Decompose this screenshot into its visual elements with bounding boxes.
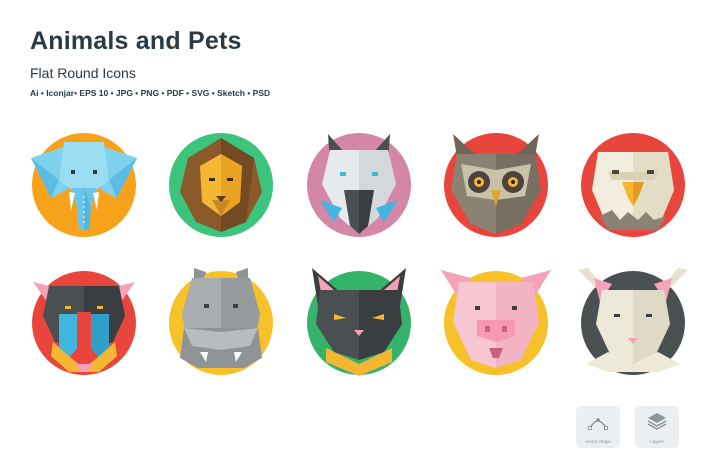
pig-icon xyxy=(441,268,551,378)
format-list: Ai • Iconjar• EPS 10 • JPG • PNG • PDF •… xyxy=(30,88,271,98)
elephant-icon xyxy=(29,130,139,240)
vector-shape-label: vector shape xyxy=(585,439,611,444)
page-title: Animals and Pets xyxy=(30,27,242,55)
wolf-icon xyxy=(304,130,414,240)
goat-icon xyxy=(578,268,688,378)
eagle-icon xyxy=(578,130,688,240)
page-subtitle: Flat Round Icons xyxy=(30,65,136,81)
owl-icon xyxy=(441,130,551,240)
mandrill-icon xyxy=(29,268,139,378)
vector-shape-badge: vector shape xyxy=(576,406,620,448)
layers-icon xyxy=(647,413,667,430)
cat-icon xyxy=(304,268,414,378)
vector-pen-icon xyxy=(588,418,608,430)
hippo-icon xyxy=(166,268,276,378)
lion-icon xyxy=(166,130,276,240)
layers-label: Layers xyxy=(650,439,664,444)
layers-badge: Layers xyxy=(635,406,679,448)
